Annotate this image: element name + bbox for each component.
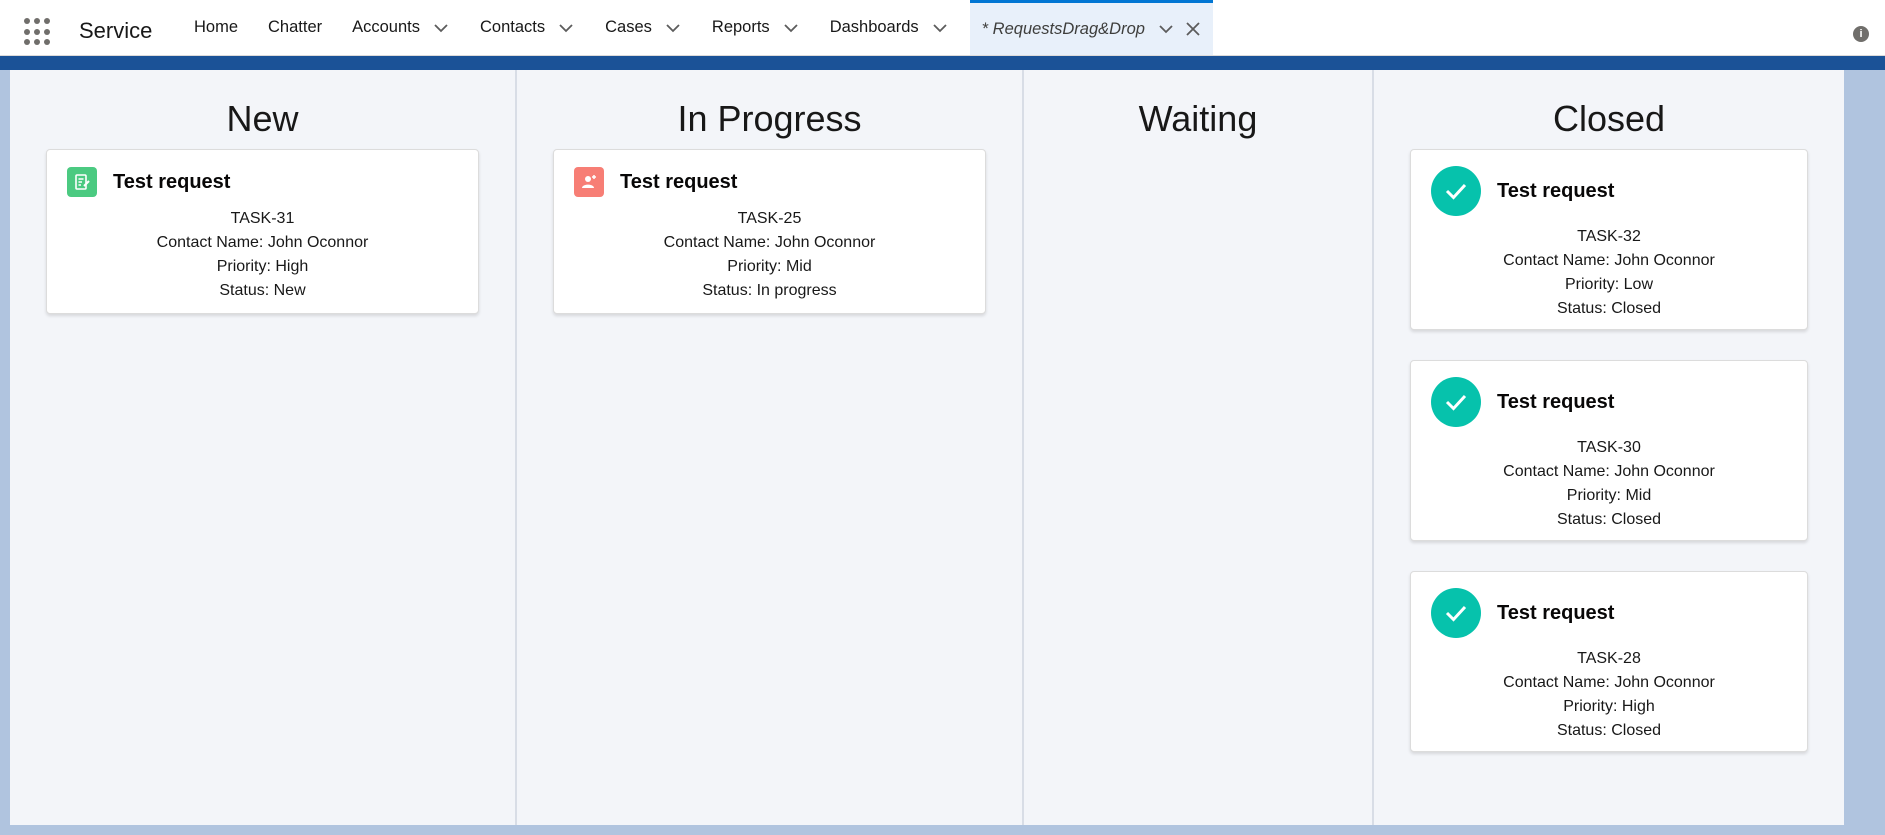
info-icon[interactable]: i xyxy=(1853,26,1869,42)
column-in-progress: In Progress Test request TASK-25 Contact… xyxy=(517,70,1024,825)
priority: Priority: High xyxy=(216,258,309,275)
column-new: New Test request TASK-31 Contact Name: J… xyxy=(10,70,517,825)
column-title: Waiting xyxy=(1138,98,1258,139)
chevron-down-icon[interactable] xyxy=(432,19,450,37)
task-number: TASK-31 xyxy=(230,210,295,227)
nav-item-home[interactable]: Home xyxy=(179,0,253,55)
card-title: Test request xyxy=(1497,179,1615,202)
header-band xyxy=(0,56,1885,70)
empty-drop-zone[interactable] xyxy=(1024,144,1372,784)
task-number: TASK-32 xyxy=(1577,228,1641,245)
contact-name: Contact Name: John Oconnor xyxy=(1503,252,1715,269)
contact-name: Contact Name: John Oconnor xyxy=(663,234,876,251)
column-title: Closed xyxy=(1552,98,1666,139)
card-title: Test request xyxy=(620,170,738,193)
nav-item-label: Reports xyxy=(711,18,770,36)
nav-item-chatter[interactable]: Chatter xyxy=(253,0,337,55)
column-title: In Progress xyxy=(677,98,862,139)
status: Status: New xyxy=(219,282,306,299)
app-name: Service xyxy=(79,18,153,43)
contact-name: Contact Name: John Oconnor xyxy=(1503,674,1715,691)
status: Status: In progress xyxy=(702,282,837,299)
priority: Priority: Low xyxy=(1564,276,1654,293)
status: Status: Closed xyxy=(1556,722,1662,739)
check-icon xyxy=(1431,588,1481,638)
status: Status: Closed xyxy=(1556,300,1662,317)
contact-icon xyxy=(574,167,604,197)
global-header: Service Home Chatter Accounts Contacts C… xyxy=(0,0,1885,56)
nav-item-label: Accounts xyxy=(352,18,420,36)
priority: Priority: Mid xyxy=(1566,487,1652,504)
nav-item-label: Dashboards xyxy=(829,18,919,36)
task-number: TASK-25 xyxy=(737,210,802,227)
nav-item-dashboards[interactable]: Dashboards xyxy=(815,0,964,55)
check-icon xyxy=(1431,377,1481,427)
status: Status: Closed xyxy=(1556,511,1662,528)
request-card[interactable]: Test request TASK-25 Contact Name: John … xyxy=(553,149,986,314)
nav-item-label: Contacts xyxy=(480,18,546,36)
close-icon[interactable] xyxy=(1185,21,1201,37)
contact-name: Contact Name: John Oconnor xyxy=(1503,463,1715,480)
task-icon xyxy=(67,167,97,197)
tab-requests-drag-drop[interactable]: * RequestsDrag&Drop xyxy=(969,0,1213,55)
chevron-down-icon[interactable] xyxy=(782,19,800,37)
chevron-down-icon[interactable] xyxy=(557,19,575,37)
tab-label: * RequestsDrag&Drop xyxy=(981,19,1145,38)
request-card[interactable]: Test request TASK-32 Contact Name: John … xyxy=(1410,149,1808,330)
chevron-down-icon[interactable] xyxy=(664,19,682,37)
check-icon xyxy=(1431,166,1481,216)
contact-name: Contact Name: John Oconnor xyxy=(156,234,369,251)
nav-item-accounts[interactable]: Accounts xyxy=(337,0,465,55)
column-waiting: Waiting xyxy=(1024,70,1374,825)
priority: Priority: Mid xyxy=(727,258,812,275)
priority: Priority: High xyxy=(1563,698,1655,715)
column-closed: Closed Test request TASK-32 Contact Name… xyxy=(1374,70,1844,825)
card-title: Test request xyxy=(113,170,231,193)
request-card[interactable]: Test request TASK-28 Contact Name: John … xyxy=(1410,571,1808,752)
nav-item-label: Cases xyxy=(605,18,652,36)
nav-item-label: Chatter xyxy=(268,18,323,36)
card-title: Test request xyxy=(1497,390,1615,413)
card-title: Test request xyxy=(1497,601,1615,624)
kanban-board: New Test request TASK-31 Contact Name: J… xyxy=(10,70,1844,825)
request-card[interactable]: Test request TASK-30 Contact Name: John … xyxy=(1410,360,1808,541)
task-number: TASK-30 xyxy=(1577,439,1641,456)
nav-bar: Home Chatter Accounts Contacts Cases Rep… xyxy=(179,0,1213,55)
chevron-down-icon[interactable] xyxy=(1157,20,1175,38)
nav-item-cases[interactable]: Cases xyxy=(590,0,697,55)
task-number: TASK-28 xyxy=(1577,650,1641,667)
column-title: New xyxy=(226,98,299,139)
nav-item-contacts[interactable]: Contacts xyxy=(465,0,590,55)
nav-item-reports[interactable]: Reports xyxy=(697,0,815,55)
nav-item-label: Home xyxy=(194,18,239,36)
chevron-down-icon[interactable] xyxy=(931,19,949,37)
request-card[interactable]: Test request TASK-31 Contact Name: John … xyxy=(46,149,479,314)
app-launcher-icon[interactable] xyxy=(24,18,52,46)
